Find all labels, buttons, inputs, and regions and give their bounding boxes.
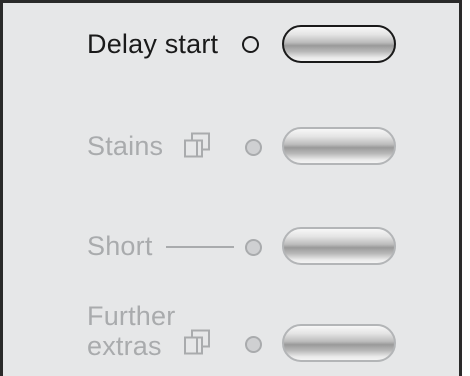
stains-button[interactable] [282,127,396,165]
short-indicator [245,239,262,256]
short-label: Short [87,231,153,261]
control-panel: Delay start Stains Short Further extras [0,0,462,376]
row-short: Short [3,215,459,285]
row-further-extras: Further extras [3,295,459,365]
row-stains: Stains [3,115,459,185]
stains-label: Stains [87,131,164,161]
copy-icon [184,132,210,158]
short-button[interactable] [282,227,396,265]
further-extras-line2: extras [87,331,162,361]
delay-start-label: Delay start [87,29,219,59]
stains-indicator [245,139,262,156]
row-delay-start: Delay start [3,13,459,83]
further-extras-label: Further extras [87,301,175,361]
delay-start-button[interactable] [282,25,396,63]
further-extras-indicator [245,336,262,353]
delay-start-indicator [242,36,259,53]
copy-icon [184,329,210,355]
dash-line [166,246,234,248]
further-extras-button[interactable] [282,324,396,362]
further-extras-line1: Further [87,301,176,331]
